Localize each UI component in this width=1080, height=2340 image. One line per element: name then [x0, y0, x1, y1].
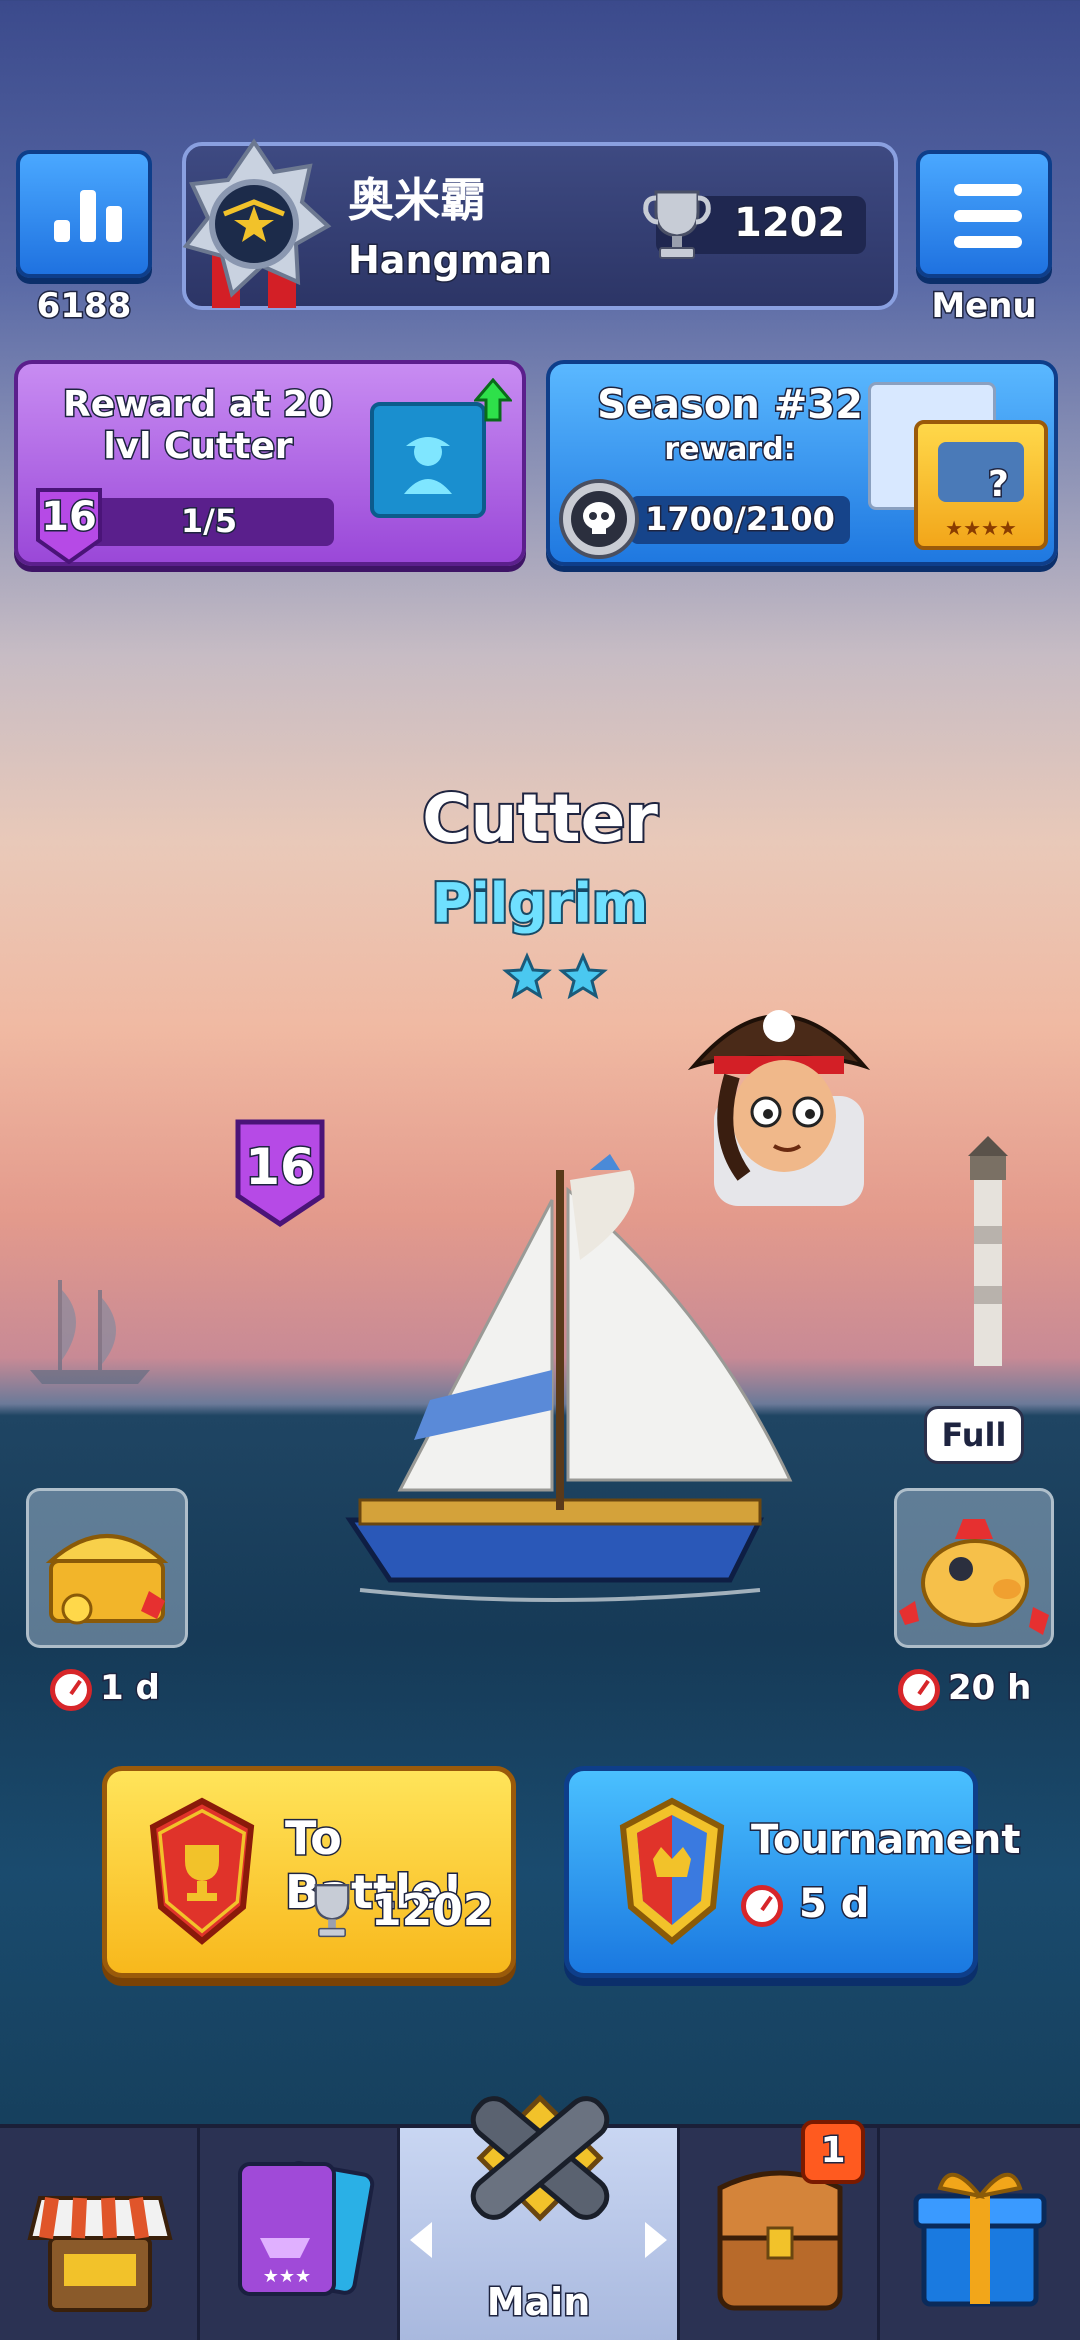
- reward-title: Reward at 20 lvl Cutter: [38, 383, 358, 469]
- captain-avatar-icon: [370, 402, 486, 518]
- trophy-icon: [314, 1884, 350, 1938]
- trophy-icon: [643, 190, 711, 259]
- mystery-stars: ★★★★: [945, 516, 1017, 540]
- player-name: 奥米霸: [348, 173, 486, 227]
- cannons-icon: [470, 2094, 610, 2222]
- distant-ships-icon: [30, 1280, 150, 1384]
- piggy-status-bubble: Full: [924, 1406, 1024, 1464]
- cards-icon: ★★★: [238, 2161, 375, 2296]
- daily-chest-button[interactable]: [26, 1488, 188, 1648]
- skull-medal-icon: [559, 479, 639, 559]
- chest-timer-value: 1 d: [99, 1667, 162, 1710]
- timer-icon: [898, 1668, 940, 1711]
- ship-illustration: [345, 1154, 793, 1602]
- leaderboard-score: 6188: [35, 285, 133, 328]
- nav-main[interactable]: Main: [400, 2094, 680, 2340]
- reward-progress-text: 1/5: [179, 501, 238, 542]
- trophy-count: 1202: [732, 199, 846, 248]
- lighthouse-icon: [968, 1136, 1008, 1366]
- season-reward-card[interactable]: Season #32 reward: 1700/2100 ? ★★★★: [546, 360, 1058, 566]
- player-rank-title: Hangman: [347, 237, 554, 284]
- leaderboard-button[interactable]: [16, 150, 152, 278]
- tournament-timer: 5 d: [797, 1880, 870, 1929]
- reward-level: 16: [40, 493, 99, 542]
- gift-icon: [913, 2172, 1047, 2307]
- menu-label: Menu: [930, 285, 1038, 328]
- shop-icon: [27, 2196, 173, 2312]
- mystery-question-mark: ?: [987, 463, 1011, 507]
- chest-timer: 1 d: [50, 1667, 162, 1711]
- tournament-shield-icon: [619, 1797, 725, 1945]
- season-progress-text: 1700/2100: [644, 499, 837, 540]
- tournament-button[interactable]: Tournament 5 d: [564, 1766, 1022, 1978]
- ship-name: Cutter: [420, 778, 660, 859]
- menu-button[interactable]: [916, 150, 1052, 278]
- nav-main-label: Main: [485, 2279, 592, 2326]
- nav-gifts[interactable]: [880, 2128, 1080, 2340]
- reward-title-line1: Reward at 20: [62, 383, 335, 427]
- upgrade-arrow-icon: [474, 378, 512, 422]
- timer-icon: [741, 1885, 783, 1927]
- ship-class: Pilgrim: [430, 870, 651, 937]
- level-reward-card[interactable]: Reward at 20 lvl Cutter 1/5 16: [14, 360, 526, 566]
- piggy-bank-button[interactable]: [894, 1488, 1054, 1648]
- svg-text:★★★: ★★★: [263, 2266, 311, 2287]
- season-subtitle: reward:: [663, 431, 797, 469]
- reward-title-line2: lvl Cutter: [102, 425, 294, 469]
- to-battle-button[interactable]: To Battle! 1202: [102, 1766, 516, 1978]
- ship-star-rating: [502, 952, 608, 1000]
- treasure-chest-icon: [45, 1534, 169, 1625]
- nav-shop[interactable]: [0, 2128, 200, 2340]
- piggy-timer: 20 h: [898, 1667, 1033, 1711]
- rank-badge-icon: [182, 138, 332, 308]
- piggy-timer-value: 20 h: [946, 1667, 1032, 1710]
- tournament-label: Tournament: [750, 1816, 1023, 1865]
- nav-cards[interactable]: ★★★: [200, 2128, 400, 2340]
- star-icon: [558, 952, 608, 1000]
- player-profile-panel[interactable]: 奥米霸 Hangman 1202: [182, 138, 898, 310]
- piggy-bank-icon: [899, 1519, 1049, 1635]
- inventory-notification-badge: 1: [801, 2120, 865, 2184]
- bottom-navigation: ★★★ Main 1: [0, 2094, 1080, 2340]
- star-icon: [502, 952, 552, 1000]
- battle-shield-icon: [149, 1797, 255, 1945]
- nav-inventory[interactable]: 1: [680, 2120, 880, 2340]
- timer-icon: [50, 1668, 92, 1711]
- season-title: Season #32: [596, 381, 865, 430]
- battle-trophy-count: 1202: [369, 1884, 494, 1938]
- bar-chart-icon: [54, 190, 122, 242]
